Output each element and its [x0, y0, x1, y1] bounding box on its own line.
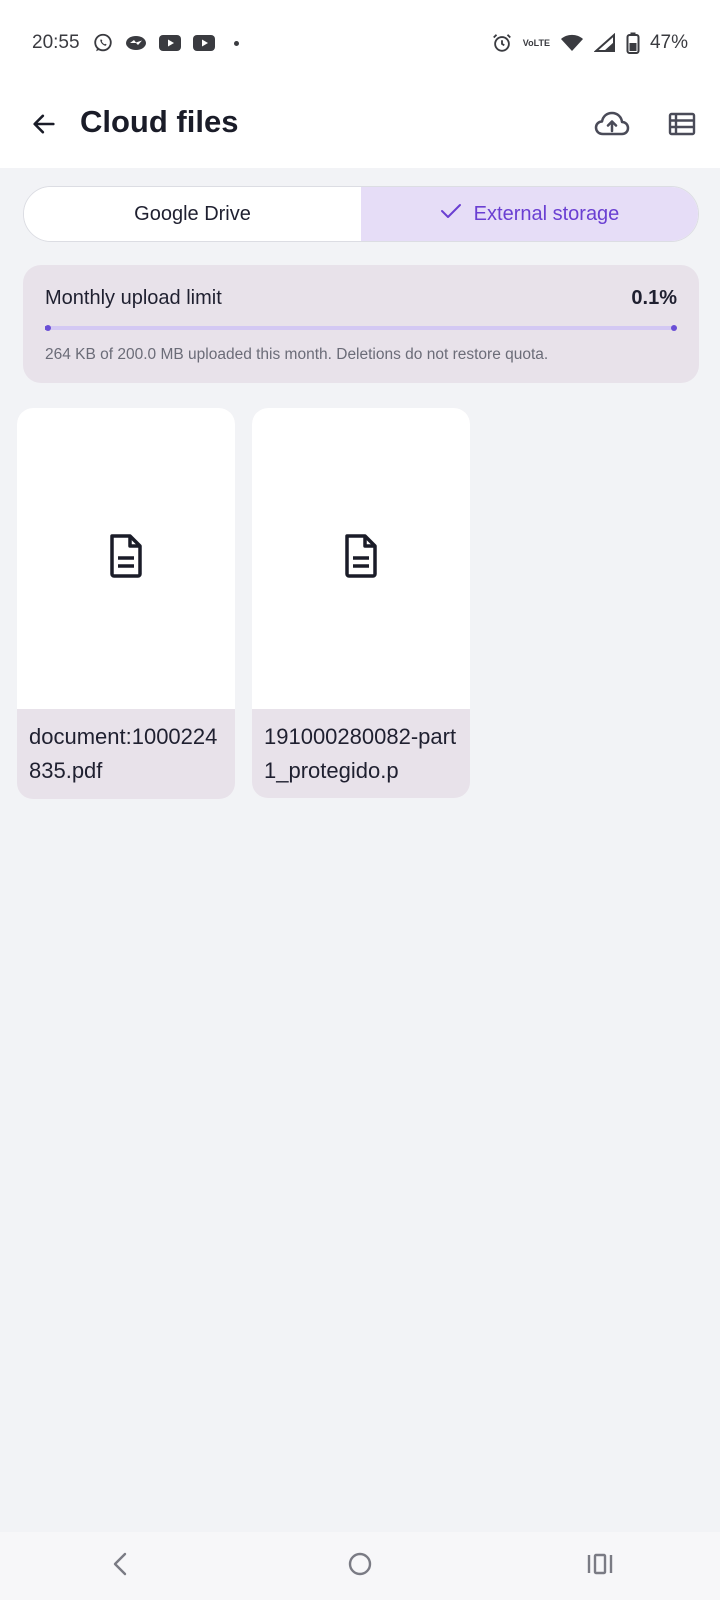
system-nav-bar — [0, 1532, 720, 1600]
status-right: Vo LTE 47% — [491, 32, 688, 54]
arrow-left-icon — [30, 110, 58, 143]
quota-progress-track — [45, 326, 677, 330]
nav-home-button[interactable] — [330, 1536, 390, 1596]
check-icon — [440, 202, 462, 226]
document-icon — [106, 532, 146, 585]
quota-label: Monthly upload limit — [45, 287, 222, 309]
file-card[interactable]: 191000280082-part1_protegido.p — [252, 408, 470, 798]
nav-recents-icon — [586, 1552, 614, 1581]
tab-google-drive-label: Google Drive — [134, 202, 251, 225]
quota-note: 264 KB of 200.0 MB uploaded this month. … — [45, 346, 549, 363]
file-thumbnail — [17, 408, 235, 709]
nav-back-button[interactable] — [90, 1536, 150, 1596]
file-thumbnail — [252, 408, 470, 709]
cloud-upload-icon — [594, 109, 630, 144]
battery-percent: 47% — [649, 32, 688, 53]
notification-dot — [233, 40, 239, 46]
tab-external-storage-label: External storage — [473, 202, 620, 225]
volte-icon: Vo LTE — [522, 37, 550, 48]
signal-icon — [593, 33, 616, 53]
youtube-icon — [192, 33, 216, 53]
whatsapp-icon — [92, 32, 114, 54]
storage-tabs: Google Drive External storage — [23, 186, 699, 242]
tab-google-drive[interactable]: Google Drive — [24, 187, 361, 241]
list-view-icon — [668, 112, 696, 141]
nav-home-icon — [346, 1550, 374, 1583]
volte-bottom-label: LTE — [533, 37, 550, 48]
volte-top-label: Vo — [522, 37, 534, 48]
quota-percent: 0.1% — [631, 287, 677, 309]
view-toggle-button[interactable] — [660, 104, 704, 148]
quota-progress-end-dot — [671, 325, 677, 331]
quota-progress-bar — [45, 324, 677, 332]
upload-quota-card: Monthly upload limit 0.1% 264 KB of 200.… — [23, 265, 699, 383]
app-bar: Cloud files — [0, 86, 720, 168]
wifi-icon — [560, 33, 584, 53]
youtube-icon — [158, 33, 182, 53]
file-card[interactable]: document:1000224835.pdf — [17, 408, 235, 799]
quota-progress-start-dot — [45, 325, 51, 331]
status-time: 20:55 — [32, 32, 80, 53]
tab-external-storage[interactable]: External storage — [361, 187, 698, 241]
file-name: document:1000224835.pdf — [29, 724, 218, 783]
nav-back-icon — [110, 1550, 130, 1583]
battery-icon — [626, 32, 640, 54]
document-icon — [341, 532, 381, 585]
upload-button[interactable] — [590, 104, 634, 148]
quota-header: Monthly upload limit 0.1% — [45, 287, 677, 310]
messenger-icon — [124, 33, 148, 53]
status-bar: 20:55 Vo LTE 47% — [0, 0, 720, 86]
file-name: 191000280082-part1_protegido.p — [264, 724, 457, 783]
status-left: 20:55 — [32, 32, 239, 54]
back-button[interactable] — [24, 106, 64, 146]
page-title: Cloud files — [80, 104, 239, 139]
nav-recents-button[interactable] — [570, 1536, 630, 1596]
alarm-icon — [491, 32, 513, 54]
